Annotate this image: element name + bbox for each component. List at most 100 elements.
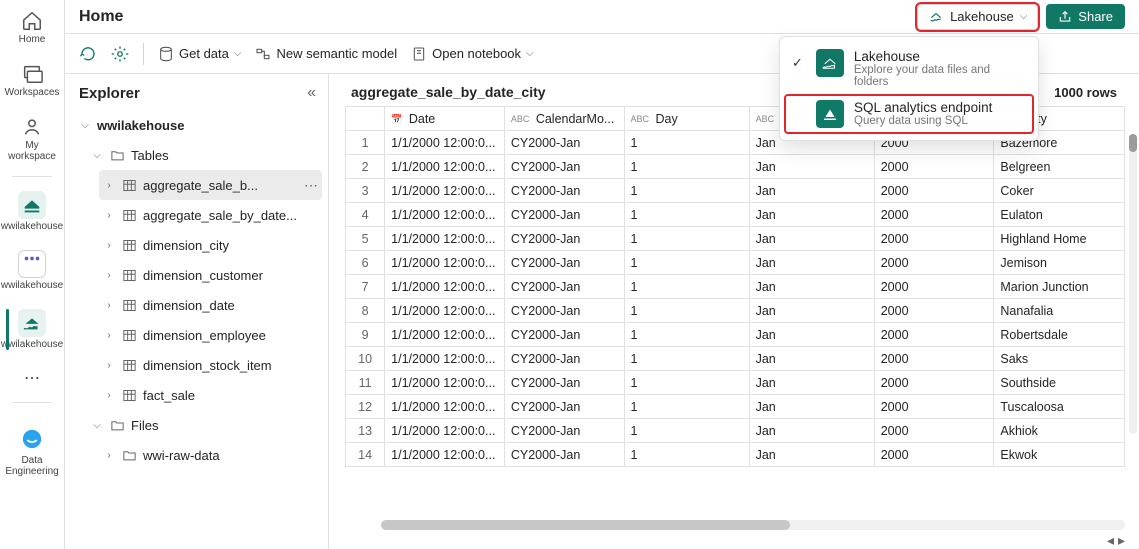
tree-item-label: aggregate_sale_b...	[143, 178, 294, 193]
row-number: 14	[346, 443, 385, 467]
tree-item-label: dimension_city	[143, 238, 322, 253]
share-button[interactable]: Share	[1046, 4, 1125, 29]
title-bar: Home Lakehouse ⌵ Share ✓ Lakehous	[65, 0, 1139, 34]
table-cell: 2000	[874, 443, 994, 467]
table-cell: 1/1/2000 12:00:0...	[385, 203, 505, 227]
chevron-down-icon: ⌵	[1020, 11, 1028, 22]
more-icon[interactable]: ⋯	[300, 177, 322, 194]
lakehouse-icon	[816, 49, 844, 77]
table-icon	[121, 327, 137, 343]
table-cell: Jan	[749, 227, 874, 251]
tree-table-item[interactable]: › dimension_customer	[99, 260, 322, 290]
table-cell: 1/1/2000 12:00:0...	[385, 323, 505, 347]
gear-icon	[111, 45, 129, 63]
column-header[interactable]: ABC Day	[624, 107, 749, 131]
table-cell: 2000	[874, 179, 994, 203]
table-cell: 1/1/2000 12:00:0...	[385, 419, 505, 443]
table-cell: Jan	[749, 299, 874, 323]
table-row[interactable]: 51/1/2000 12:00:0...CY2000-Jan1Jan2000Hi…	[346, 227, 1125, 251]
table-row[interactable]: 131/1/2000 12:00:0...CY2000-Jan1Jan2000A…	[346, 419, 1125, 443]
refresh-button[interactable]	[79, 45, 97, 63]
table-cell: CY2000-Jan	[504, 275, 624, 299]
open-notebook-button[interactable]: Open notebook ⌵	[411, 46, 534, 62]
table-row[interactable]: 41/1/2000 12:00:0...CY2000-Jan1Jan2000Eu…	[346, 203, 1125, 227]
data-grid[interactable]: 📅 DateABC CalendarMo...ABC DayABC ShortM…	[329, 106, 1139, 516]
table-row[interactable]: 31/1/2000 12:00:0...CY2000-Jan1Jan2000Co…	[346, 179, 1125, 203]
table-cell: 2000	[874, 155, 994, 179]
refresh-icon	[79, 45, 97, 63]
table-row[interactable]: 111/1/2000 12:00:0...CY2000-Jan1Jan2000S…	[346, 371, 1125, 395]
notebook-icon	[411, 46, 427, 62]
table-row[interactable]: 81/1/2000 12:00:0...CY2000-Jan1Jan2000Na…	[346, 299, 1125, 323]
tree-item-label: dimension_date	[143, 298, 322, 313]
tree-table-item[interactable]: › dimension_stock_item	[99, 350, 322, 380]
scroll-right-button[interactable]: ▸	[1118, 532, 1125, 549]
rail-label: wwilakehouse	[1, 339, 63, 350]
get-data-button[interactable]: Get data ⌵	[158, 46, 241, 62]
mode-switch-button[interactable]: Lakehouse ⌵	[917, 4, 1038, 30]
tree-table-item[interactable]: › aggregate_sale_by_date...	[99, 200, 322, 230]
folder-icon	[121, 447, 137, 463]
tree-table-item[interactable]: › aggregate_sale_b...⋯	[99, 170, 322, 200]
grid-icon	[18, 250, 46, 278]
horizontal-scrollbar[interactable]	[381, 520, 1125, 530]
table-cell: 1/1/2000 12:00:0...	[385, 179, 505, 203]
table-cell: 1	[624, 275, 749, 299]
tree-files-label: Files	[131, 418, 322, 433]
menu-title: SQL analytics endpoint	[854, 100, 992, 115]
tree-table-item[interactable]: › dimension_employee	[99, 320, 322, 350]
tree-item-label: wwi-raw-data	[143, 448, 322, 463]
chevron-right-icon: ›	[103, 270, 115, 281]
rail-home[interactable]: Home	[2, 6, 62, 49]
chevron-right-icon: ›	[103, 360, 115, 371]
table-cell: Jan	[749, 371, 874, 395]
rownum-header	[346, 107, 385, 131]
table-cell: CY2000-Jan	[504, 323, 624, 347]
vertical-scrollbar[interactable]	[1129, 134, 1137, 434]
tree-table-item[interactable]: › dimension_city	[99, 230, 322, 260]
column-header[interactable]: ABC CalendarMo...	[504, 107, 624, 131]
scroll-left-button[interactable]: ◂	[1107, 532, 1114, 549]
explorer-title: Explorer	[79, 85, 140, 102]
table-row[interactable]: 141/1/2000 12:00:0...CY2000-Jan1Jan2000E…	[346, 443, 1125, 467]
rail-wwilakehouse-2[interactable]: wwilakehouse	[2, 246, 62, 295]
tree-tables-node[interactable]: ⌵ Tables	[87, 140, 322, 170]
rail-more[interactable]: ⋯	[2, 364, 62, 392]
tree-folder-item[interactable]: › wwi-raw-data	[99, 440, 322, 470]
new-semantic-model-button[interactable]: New semantic model	[255, 46, 397, 62]
menu-item-lakehouse[interactable]: ✓ Lakehouse Explore your data files and …	[780, 43, 1038, 94]
table-cell: CY2000-Jan	[504, 179, 624, 203]
table-cell: 2000	[874, 227, 994, 251]
tree-table-item[interactable]: › dimension_date	[99, 290, 322, 320]
rail-wwilakehouse-1[interactable]: wwilakehouse	[2, 187, 62, 236]
rail-data-engineering[interactable]: Data Engineering	[2, 421, 62, 481]
rail-workspaces[interactable]: Workspaces	[2, 59, 62, 102]
menu-subtitle: Query data using SQL	[854, 115, 992, 127]
col-type-icon: ABC	[511, 114, 530, 124]
work-area: Explorer « ⌵ wwilakehouse ⌵ Tables › agg…	[65, 74, 1139, 549]
check-placeholder	[792, 100, 806, 106]
chevron-down-icon: ⌵	[91, 150, 103, 161]
table-cell: 1/1/2000 12:00:0...	[385, 275, 505, 299]
toolbar-divider	[143, 43, 144, 65]
table-row[interactable]: 21/1/2000 12:00:0...CY2000-Jan1Jan2000Be…	[346, 155, 1125, 179]
menu-item-sql-endpoint[interactable]: SQL analytics endpoint Query data using …	[784, 94, 1034, 134]
tree-item-label: dimension_stock_item	[143, 358, 322, 373]
rail-my-workspace[interactable]: My workspace	[2, 112, 62, 166]
settings-button[interactable]	[111, 45, 129, 63]
collapse-explorer-button[interactable]: «	[307, 84, 316, 102]
chevron-right-icon: ›	[103, 300, 115, 311]
table-row[interactable]: 101/1/2000 12:00:0...CY2000-Jan1Jan2000S…	[346, 347, 1125, 371]
column-header[interactable]: 📅 Date	[385, 107, 505, 131]
table-row[interactable]: 61/1/2000 12:00:0...CY2000-Jan1Jan2000Je…	[346, 251, 1125, 275]
table-cell: 1/1/2000 12:00:0...	[385, 443, 505, 467]
table-row[interactable]: 121/1/2000 12:00:0...CY2000-Jan1Jan2000T…	[346, 395, 1125, 419]
table-row[interactable]: 91/1/2000 12:00:0...CY2000-Jan1Jan2000Ro…	[346, 323, 1125, 347]
tree-root[interactable]: ⌵ wwilakehouse	[75, 110, 322, 140]
table-cell: 2000	[874, 323, 994, 347]
row-number: 7	[346, 275, 385, 299]
tree-table-item[interactable]: › fact_sale	[99, 380, 322, 410]
table-row[interactable]: 71/1/2000 12:00:0...CY2000-Jan1Jan2000Ma…	[346, 275, 1125, 299]
tree-files-node[interactable]: ⌵ Files	[87, 410, 322, 440]
rail-wwilakehouse-3[interactable]: wwilakehouse	[2, 305, 62, 354]
